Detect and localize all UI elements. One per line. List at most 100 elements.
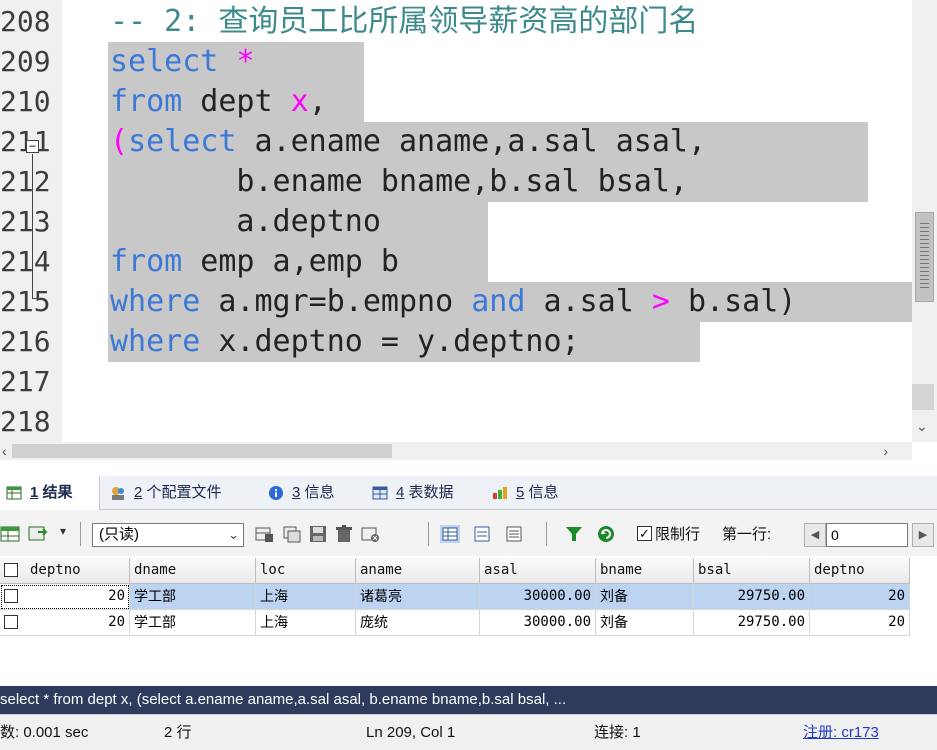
table-cell[interactable]: 上海: [256, 584, 356, 610]
table-cell[interactable]: 刘备: [596, 610, 694, 636]
table-cell[interactable]: 诸葛亮: [356, 584, 480, 610]
table-cell[interactable]: 20: [0, 610, 130, 636]
column-header[interactable]: deptno: [810, 558, 910, 584]
code-line[interactable]: select *: [62, 42, 912, 82]
horizontal-scrollbar[interactable]: ‹ ›: [0, 442, 912, 460]
sql-operator: (: [110, 124, 129, 159]
status-connection: 连接: 1: [594, 724, 641, 741]
vertical-scroll-thumb[interactable]: [915, 212, 934, 302]
line-number: 210: [0, 85, 51, 118]
scroll-right-arrow-icon[interactable]: ›: [883, 443, 888, 459]
row-checkbox[interactable]: [4, 589, 18, 603]
sql-token: x.deptno = y.deptno;: [200, 324, 580, 359]
first-row-next-button[interactable]: ▶: [912, 523, 934, 547]
code-line[interactable]: (select a.ename aname,a.sal asal,: [62, 122, 912, 162]
horizontal-scroll-thumb[interactable]: [12, 444, 392, 458]
sql-token: b.sal): [669, 284, 797, 319]
table-cell[interactable]: 学工部: [130, 584, 256, 610]
export-icon[interactable]: [28, 525, 48, 543]
code-text: b.ename bname,b.sal bsal,: [110, 162, 688, 202]
tab-info-2-number: 5: [516, 484, 525, 501]
sql-token: ,: [308, 84, 327, 119]
line-number: 209: [0, 45, 51, 78]
table-cell[interactable]: 学工部: [130, 610, 256, 636]
tab-table-data[interactable]: 4 表数据: [366, 476, 480, 510]
column-header[interactable]: loc: [256, 558, 356, 584]
vertical-scrollbar[interactable]: ⌄: [912, 0, 937, 442]
tab-result[interactable]: 1 结果: [0, 476, 100, 510]
code-line[interactable]: b.ename bname,b.sal bsal,: [62, 162, 912, 202]
table-cell[interactable]: 20: [0, 584, 130, 610]
filter-icon[interactable]: [564, 525, 584, 543]
column-header[interactable]: aname: [356, 558, 480, 584]
column-header[interactable]: bname: [596, 558, 694, 584]
grid-view-icon[interactable]: [0, 525, 20, 543]
line-number: 215: [0, 285, 51, 318]
scroll-down-arrow-icon[interactable]: ⌄: [916, 418, 928, 435]
chevron-down-icon: ⌄: [228, 527, 239, 542]
first-row-prev-button[interactable]: ◀: [804, 523, 826, 547]
code-line[interactable]: [62, 362, 912, 402]
tab-info-2[interactable]: 5 信息: [486, 476, 586, 510]
code-line[interactable]: where x.deptno = y.deptno;: [62, 322, 912, 362]
code-text: where a.mgr=b.empno and a.sal > b.sal): [110, 282, 796, 322]
duplicate-row-icon[interactable]: [282, 525, 302, 543]
sql-keyword: select: [110, 44, 219, 79]
table-cell[interactable]: 29750.00: [694, 584, 810, 610]
table-cell[interactable]: 刘备: [596, 584, 694, 610]
table-cell[interactable]: 29750.00: [694, 610, 810, 636]
tab-profile[interactable]: 2 个配置文件: [104, 476, 252, 510]
tab-profile-label: 个配置文件: [146, 484, 222, 501]
line-number: 214: [0, 245, 51, 278]
code-area[interactable]: -- 2: 查询员工比所属领导薪资高的部门名 select * from dept …: [62, 0, 912, 442]
table-icon: [372, 486, 388, 500]
table-cell[interactable]: 庞统: [356, 610, 480, 636]
table-cell[interactable]: 20: [810, 584, 910, 610]
limit-rows-checkbox[interactable]: ✓: [637, 526, 652, 541]
column-header[interactable]: bsal: [694, 558, 810, 584]
line-number: 218: [0, 405, 51, 438]
first-row-input[interactable]: [826, 523, 908, 547]
text-mode-icon[interactable]: [504, 525, 524, 543]
sql-token: a.sal: [525, 284, 652, 319]
tab-info-number: 3: [292, 484, 301, 501]
select-all-checkbox[interactable]: [4, 563, 18, 577]
line-number: 216: [0, 325, 51, 358]
grid-mode-icon[interactable]: [440, 525, 460, 543]
status-cursor-position: Ln 209, Col 1: [366, 724, 456, 741]
code-line[interactable]: -- 2: 查询员工比所属领导薪资高的部门名: [62, 2, 912, 42]
export-dropdown-icon[interactable]: ▾: [60, 524, 66, 538]
column-header[interactable]: deptno: [0, 558, 130, 584]
table-row[interactable]: 20 学工部 上海 诸葛亮 30000.00 刘备 29750.00 20: [0, 584, 910, 610]
insert-row-icon[interactable]: [254, 525, 274, 543]
view-mode-select[interactable]: (只读) ⌄: [92, 523, 244, 547]
code-line[interactable]: [62, 402, 912, 442]
save-icon[interactable]: [308, 525, 328, 543]
form-mode-icon[interactable]: [472, 525, 492, 543]
code-line[interactable]: from dept x,: [62, 82, 912, 122]
code-line[interactable]: a.deptno: [62, 202, 912, 242]
tab-table-data-label: 表数据: [408, 484, 454, 501]
table-cell[interactable]: 30000.00: [480, 610, 596, 636]
table-cell[interactable]: 上海: [256, 610, 356, 636]
fold-toggle-icon[interactable]: −: [26, 140, 39, 153]
delete-icon[interactable]: [334, 525, 354, 543]
sql-editor[interactable]: 208209210211212213214215216217218 -- 2: …: [0, 0, 937, 460]
status-bar: 数: 0.001 sec 2 行 Ln 209, Col 1 连接: 1 注册:…: [0, 714, 937, 750]
fold-guide-line: [32, 154, 33, 299]
column-header[interactable]: asal: [480, 558, 596, 584]
result-tabs: 1 结果 2 个配置文件 3 信息 4 表数据 5 信息: [0, 476, 937, 510]
code-line[interactable]: from emp a,emp b: [62, 242, 912, 282]
cancel-changes-icon[interactable]: [360, 525, 380, 543]
column-header[interactable]: dname: [130, 558, 256, 584]
code-line[interactable]: where a.mgr=b.empno and a.sal > b.sal): [62, 282, 912, 322]
table-row[interactable]: 20 学工部 上海 庞统 30000.00 刘备 29750.00 20: [0, 610, 910, 636]
table-cell[interactable]: 20: [810, 610, 910, 636]
table-cell[interactable]: 30000.00: [480, 584, 596, 610]
register-link[interactable]: 注册: cr173: [803, 715, 879, 750]
refresh-icon[interactable]: [596, 525, 616, 543]
row-checkbox[interactable]: [4, 615, 18, 629]
result-grid[interactable]: deptno dname loc aname asal bname bsal deptno 20…: [0, 558, 937, 686]
scroll-left-arrow-icon[interactable]: ‹: [2, 443, 7, 459]
tab-info[interactable]: 3 信息: [262, 476, 358, 510]
